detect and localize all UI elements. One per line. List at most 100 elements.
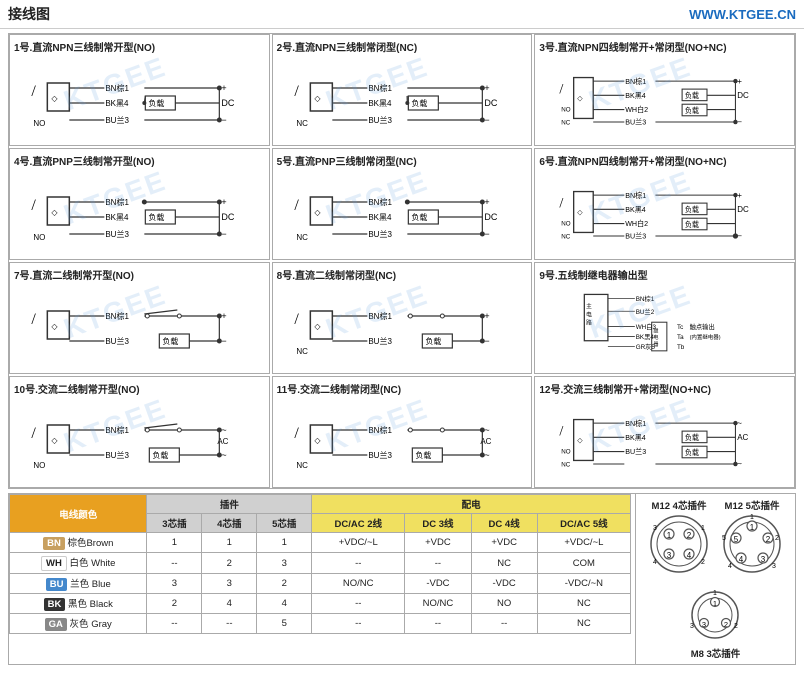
- svg-text:WH白2: WH白2: [626, 219, 649, 228]
- diagram-11: 11号.交流二线制常闭型(NC) / ◇ NC BN棕1 ~ BU兰3 负载 ~: [272, 376, 533, 488]
- color-code-bk: BK 黑色 Black: [10, 594, 147, 614]
- svg-text:2: 2: [734, 623, 738, 630]
- table-row-wh: WH 白色 White -- 2 3 -- -- NC COM: [10, 553, 631, 574]
- svg-text:~: ~: [221, 425, 226, 435]
- m12-4pin-svg: 1 2 3 4 3 1 4 2: [647, 512, 712, 577]
- main-table-wrapper: 电线颜色 插件 配电 3芯插 4芯插 5芯插 DC/AC 2线 DC 3线 DC…: [9, 494, 631, 664]
- table-row-bu: BU 兰色 Blue 3 3 2 NO/NC -VDC -VDC -VDC/~N: [10, 574, 631, 594]
- svg-text:◇: ◇: [51, 436, 58, 445]
- svg-text:BU兰3: BU兰3: [626, 118, 647, 127]
- svg-text:2: 2: [765, 535, 770, 544]
- svg-text:NC: NC: [296, 461, 308, 470]
- svg-text:~: ~: [738, 460, 743, 469]
- svg-text:/: /: [31, 311, 36, 328]
- svg-text:WH白2: WH白2: [626, 105, 649, 114]
- svg-text:1: 1: [749, 523, 754, 532]
- svg-text:2: 2: [775, 535, 779, 542]
- svg-text:1: 1: [701, 525, 705, 532]
- diagram-1-title: 1号.直流NPN三线制常开型(NO): [14, 39, 265, 54]
- svg-text:3: 3: [760, 555, 765, 564]
- diagram-6-title: 6号.直流NPN四线制常开+常闭型(NO+NC): [539, 153, 790, 168]
- svg-text:负载: 负载: [411, 98, 427, 108]
- ga-p4: --: [202, 614, 257, 634]
- svg-text:DC: DC: [738, 91, 750, 100]
- diagram-3: 3号.直流NPN四线制常开+常闭型(NO+NC) / ◇ NO NC BN棕1 …: [534, 34, 795, 146]
- bn-d5: +VDC/~L: [537, 533, 630, 553]
- svg-text:BU兰3: BU兰3: [368, 336, 392, 346]
- diagram-7-svg: / ◇ BN棕1 + BU兰3 负载 −: [14, 286, 265, 366]
- svg-text:负载: 负载: [148, 98, 164, 108]
- bn-p4: 1: [202, 533, 257, 553]
- m12-4pin-title: M12 4芯插件: [647, 498, 712, 512]
- svg-text:BN棕1: BN棕1: [368, 425, 392, 435]
- m8-3pin-title: M8 3芯插件: [688, 646, 743, 660]
- svg-text:路: 路: [586, 319, 592, 327]
- svg-text:4: 4: [738, 555, 743, 564]
- svg-text:BU兰3: BU兰3: [105, 115, 129, 125]
- svg-text:◇: ◇: [51, 322, 58, 331]
- svg-text:1: 1: [666, 531, 671, 540]
- ga-p5: 5: [257, 614, 312, 634]
- svg-text:BU兰3: BU兰3: [105, 336, 129, 346]
- svg-text:+: +: [484, 311, 489, 321]
- svg-text:负载: 负载: [162, 336, 178, 346]
- svg-text:◇: ◇: [51, 208, 58, 217]
- svg-text:负载: 负载: [685, 433, 699, 442]
- connector-section: M12 4芯插件 1 2 3 4 3: [635, 494, 795, 664]
- bu-d2: NO/NC: [312, 574, 405, 594]
- svg-text:BU兰2: BU兰2: [636, 307, 655, 316]
- bu-p4: 3: [202, 574, 257, 594]
- bottom-table-section: 电线颜色 插件 配电 3芯插 4芯插 5芯插 DC/AC 2线 DC 3线 DC…: [8, 493, 796, 665]
- svg-text:+: +: [484, 197, 489, 207]
- svg-text:NO: NO: [33, 119, 45, 128]
- svg-text:BN棕1: BN棕1: [368, 311, 392, 321]
- ga-p3: --: [147, 614, 202, 634]
- svg-text:负载: 负载: [685, 220, 699, 229]
- svg-text:AC: AC: [738, 433, 749, 442]
- diagram-9-svg: 主 电 路 BN棕1 BU兰2 WH白3 Tc BK黑4 Ta GR灰5: [539, 286, 790, 366]
- m8-3pin-svg: 1 2 3 1 2 3: [688, 588, 743, 643]
- svg-text:Ta: Ta: [677, 334, 684, 341]
- svg-text:◇: ◇: [314, 322, 321, 331]
- svg-text:NC: NC: [296, 347, 308, 356]
- col-wire-color: 电线颜色: [10, 495, 147, 533]
- svg-text:−: −: [738, 118, 743, 127]
- svg-text:2: 2: [686, 531, 691, 540]
- svg-text:负载: 负载: [148, 212, 164, 222]
- svg-text:NO: NO: [562, 448, 571, 455]
- svg-text:/: /: [560, 196, 564, 212]
- col-power: 配电: [312, 495, 631, 514]
- bn-d2: +VDC/~L: [312, 533, 405, 553]
- bu-d3: -VDC: [405, 574, 471, 594]
- svg-text:BN棕1: BN棕1: [636, 294, 655, 303]
- diagram-2: 2号.直流NPN三线制常闭型(NC) / ◇ NC BN棕1 + BK黑4 负载…: [272, 34, 533, 146]
- svg-text:NC: NC: [296, 233, 308, 242]
- svg-text:NC: NC: [296, 119, 308, 128]
- wh-p3: --: [147, 553, 202, 574]
- diagram-5-svg: / ◇ NC BN棕1 + BK黑4 负载 DC BU兰3 −: [277, 172, 528, 252]
- svg-text:NO: NO: [33, 233, 45, 242]
- diagram-6-svg: / ◇ NO NC BN棕1 + BK黑4 负载 DC WH白2 负载: [539, 172, 790, 252]
- svg-text:+: +: [221, 83, 226, 93]
- svg-text:DC: DC: [484, 212, 497, 222]
- svg-text:~: ~: [484, 450, 489, 460]
- svg-text:◇: ◇: [314, 436, 321, 445]
- svg-text:1: 1: [750, 514, 754, 521]
- bn-d4: +VDC: [471, 533, 537, 553]
- svg-text:主: 主: [586, 302, 592, 310]
- svg-text:4: 4: [653, 559, 657, 566]
- svg-text:Tb: Tb: [677, 344, 685, 351]
- svg-text:◇: ◇: [578, 95, 584, 103]
- svg-text:NC: NC: [562, 120, 571, 127]
- col-3pin: 3芯插: [147, 514, 202, 533]
- svg-text:BK黑4: BK黑4: [626, 206, 647, 214]
- svg-text:负载: 负载: [685, 205, 699, 214]
- svg-text:~: ~: [484, 425, 489, 435]
- color-code-bu: BU 兰色 Blue: [10, 574, 147, 594]
- color-code-wh: WH 白色 White: [10, 553, 147, 574]
- wh-p4: 2: [202, 553, 257, 574]
- svg-text:负载: 负载: [685, 106, 699, 115]
- svg-text:Tc: Tc: [677, 324, 683, 331]
- svg-text:/: /: [31, 425, 36, 442]
- connectors-row: M12 4芯插件 1 2 3 4 3: [647, 498, 785, 580]
